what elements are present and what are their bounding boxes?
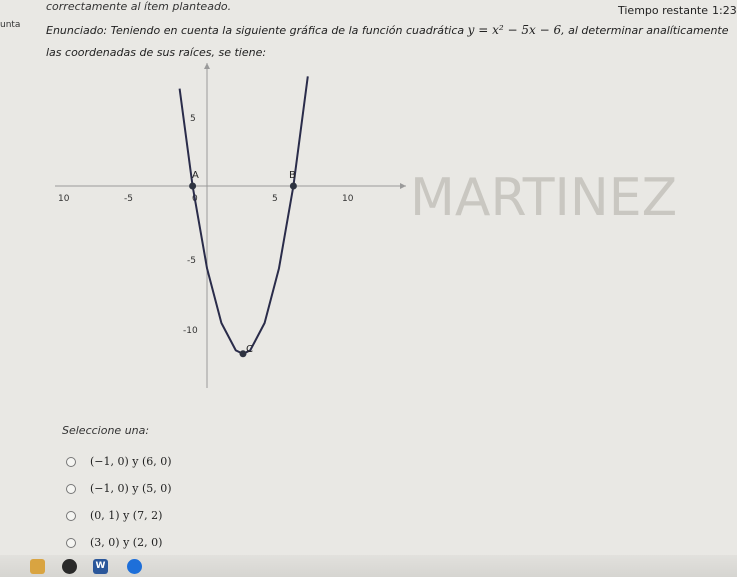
question-statement: Enunciado: Teniendo en cuenta la siguien… (46, 19, 736, 64)
y-tick-neg10: -10 (183, 326, 198, 336)
parabola-series-line (178, 76, 309, 355)
y-tick-5: 5 (190, 114, 196, 124)
point-b (289, 182, 297, 190)
radio-button-1[interactable] (66, 456, 76, 467)
point-a (189, 182, 197, 190)
browser-icon[interactable] (62, 559, 77, 574)
statement-part1: Enunciado: Teniendo en cuenta la siguien… (46, 24, 465, 37)
x-tick-neg10: 10 (58, 194, 70, 204)
answer-options: (−1, 0) y (6, 0) (−1, 0) y (5, 0) (0, 1)… (66, 448, 172, 556)
select-prompt: Seleccione una: (62, 424, 150, 437)
answer-text-3: (0, 1) y (7, 2) (90, 509, 163, 522)
timer-label: Tiempo restante (618, 4, 709, 17)
edge-icon[interactable] (127, 559, 142, 574)
point-label-b: B (289, 170, 296, 181)
taskbar: W (0, 555, 737, 577)
question-nav-label: unta (0, 20, 21, 30)
parabola-curve-group (178, 76, 309, 358)
timer: Tiempo restante 1:23 (614, 4, 737, 17)
radio-button-4[interactable] (66, 537, 76, 548)
x-tick-5: 5 (272, 194, 278, 204)
y-tick-neg5: -5 (187, 256, 196, 266)
answer-option-2[interactable]: (−1, 0) y (5, 0) (66, 475, 172, 502)
word-icon[interactable]: W (93, 559, 108, 574)
x-tick-0: 0 (192, 194, 198, 204)
x-axis-arrow-icon (400, 183, 406, 189)
answer-text-4: (3, 0) y (2, 0) (90, 536, 163, 549)
radio-button-2[interactable] (66, 483, 76, 494)
answer-text-2: (−1, 0) y (5, 0) (90, 482, 172, 495)
answer-option-1[interactable]: (−1, 0) y (6, 0) (66, 448, 172, 475)
point-label-c: C (246, 344, 253, 355)
answer-option-3[interactable]: (0, 1) y (7, 2) (66, 502, 172, 529)
point-label-a: A (192, 170, 199, 181)
answer-option-4[interactable]: (3, 0) y (2, 0) (66, 529, 172, 556)
top-instruction: correctamente al ítem planteado. (46, 0, 232, 13)
answer-text-1: (−1, 0) y (6, 0) (90, 455, 172, 468)
watermark: MARTINEZ (410, 168, 677, 228)
point-c (239, 350, 247, 358)
x-tick-neg5: -5 (124, 194, 133, 204)
timer-value: 1:23 (712, 4, 737, 17)
equation: y = x² − 5x − 6 (467, 23, 562, 37)
file-explorer-icon[interactable] (30, 559, 45, 574)
radio-button-3[interactable] (66, 510, 76, 521)
x-tick-10: 10 (342, 194, 354, 204)
